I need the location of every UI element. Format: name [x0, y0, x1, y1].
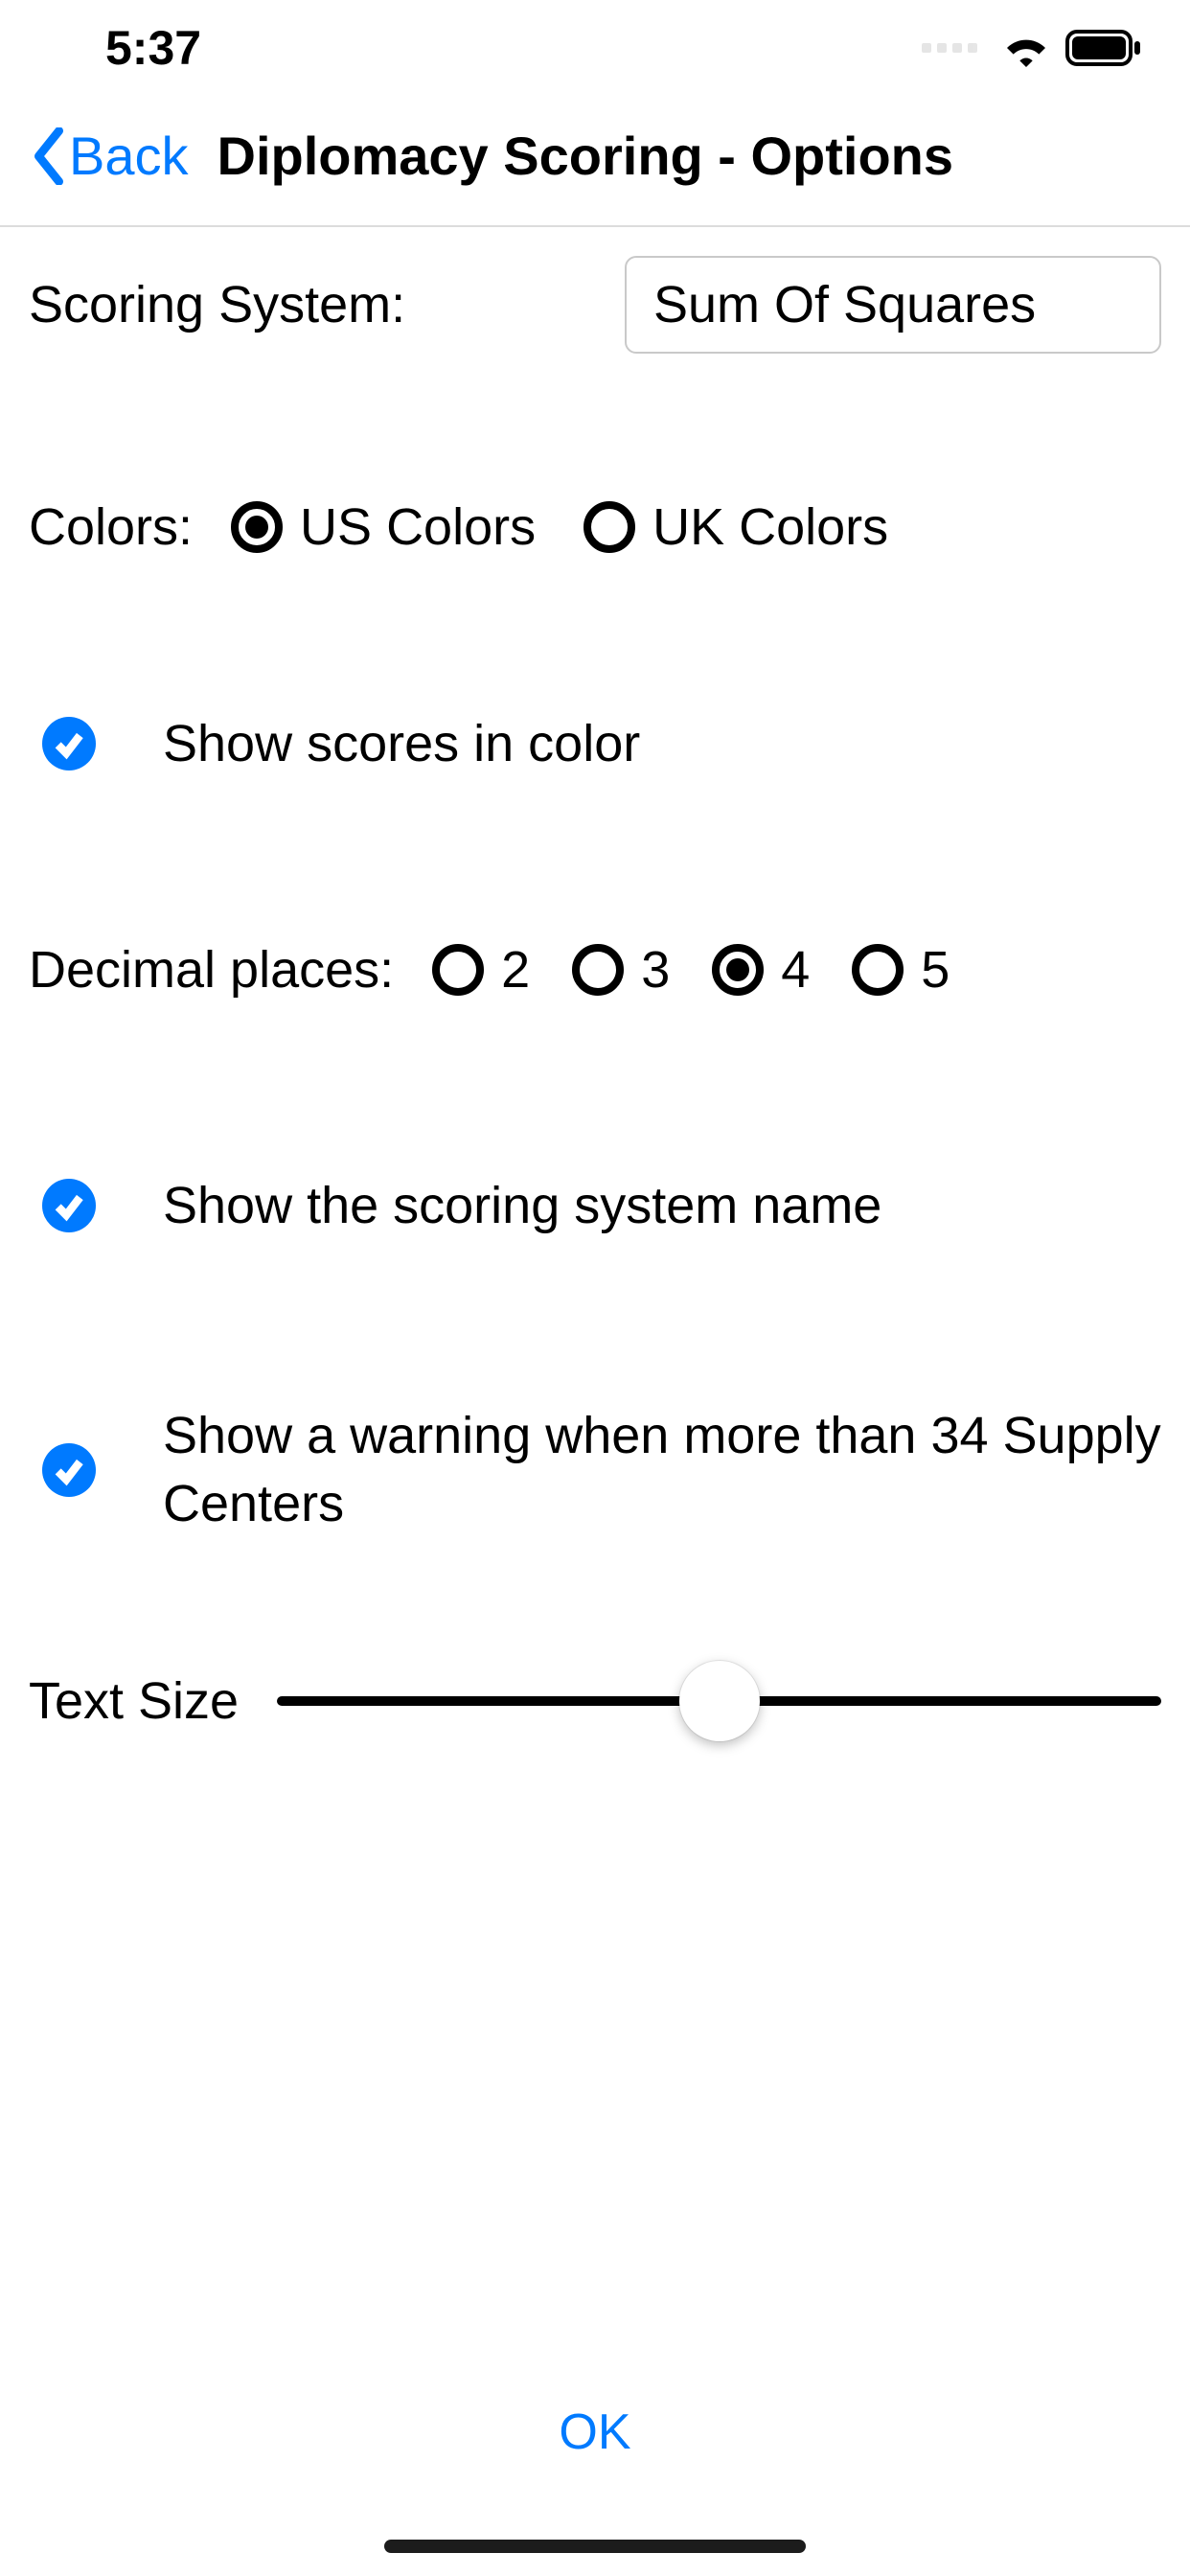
back-label: Back: [69, 125, 189, 187]
checkmark-icon: [42, 1443, 96, 1497]
radio-icon: [432, 944, 484, 996]
status-bar: 5:37: [0, 0, 1190, 96]
colors-row: Colors: US Colors UK Colors: [29, 497, 1161, 557]
radio-decimal-3[interactable]: 3: [572, 940, 670, 1000]
radio-label: 2: [501, 940, 530, 1000]
radio-uk-colors[interactable]: UK Colors: [584, 497, 888, 557]
radio-us-colors[interactable]: US Colors: [231, 497, 536, 557]
decimal-places-row: Decimal places: 2 3 4 5: [29, 940, 1161, 1000]
radio-icon: [584, 501, 635, 553]
radio-label: US Colors: [300, 497, 536, 557]
radio-label: UK Colors: [652, 497, 888, 557]
chevron-left-icon: [29, 127, 69, 185]
colors-label: Colors:: [29, 497, 193, 557]
page-dots-icon: [922, 43, 977, 53]
status-indicators: [922, 29, 1142, 67]
radio-label: 5: [921, 940, 950, 1000]
battery-icon: [1065, 30, 1142, 66]
show-warning-checkbox[interactable]: Show a warning when more than 34 Supply …: [29, 1402, 1161, 1536]
status-time: 5:37: [105, 20, 201, 76]
checkbox-label: Show scores in color: [163, 710, 640, 777]
page-title: Diplomacy Scoring - Options: [217, 125, 954, 187]
wifi-icon: [1000, 29, 1052, 67]
scoring-system-select[interactable]: Sum Of Squares: [625, 256, 1161, 354]
radio-icon: [572, 944, 624, 996]
radio-icon: [852, 944, 904, 996]
checkmark-icon: [42, 1179, 96, 1232]
text-size-row: Text Size: [29, 1671, 1161, 1731]
scoring-system-label: Scoring System:: [29, 275, 405, 334]
back-button[interactable]: Back: [29, 125, 189, 187]
radio-icon: [712, 944, 764, 996]
checkbox-label: Show the scoring system name: [163, 1172, 881, 1239]
text-size-slider[interactable]: [277, 1696, 1161, 1706]
radio-icon: [231, 501, 283, 553]
radio-decimal-4[interactable]: 4: [712, 940, 810, 1000]
nav-bar: Back Diplomacy Scoring - Options: [0, 96, 1190, 227]
decimal-places-label: Decimal places:: [29, 940, 394, 1000]
scoring-system-row: Scoring System: Sum Of Squares: [29, 256, 1161, 354]
radio-label: 3: [641, 940, 670, 1000]
slider-thumb[interactable]: [679, 1661, 760, 1741]
checkbox-label: Show a warning when more than 34 Supply …: [163, 1402, 1161, 1536]
show-system-name-checkbox[interactable]: Show the scoring system name: [29, 1172, 1161, 1239]
radio-label: 4: [781, 940, 810, 1000]
show-scores-color-checkbox[interactable]: Show scores in color: [29, 710, 1161, 777]
radio-decimal-5[interactable]: 5: [852, 940, 950, 1000]
text-size-label: Text Size: [29, 1671, 239, 1731]
radio-decimal-2[interactable]: 2: [432, 940, 530, 1000]
checkmark-icon: [42, 717, 96, 770]
ok-button[interactable]: OK: [0, 2404, 1190, 2461]
home-indicator: [384, 2540, 806, 2553]
